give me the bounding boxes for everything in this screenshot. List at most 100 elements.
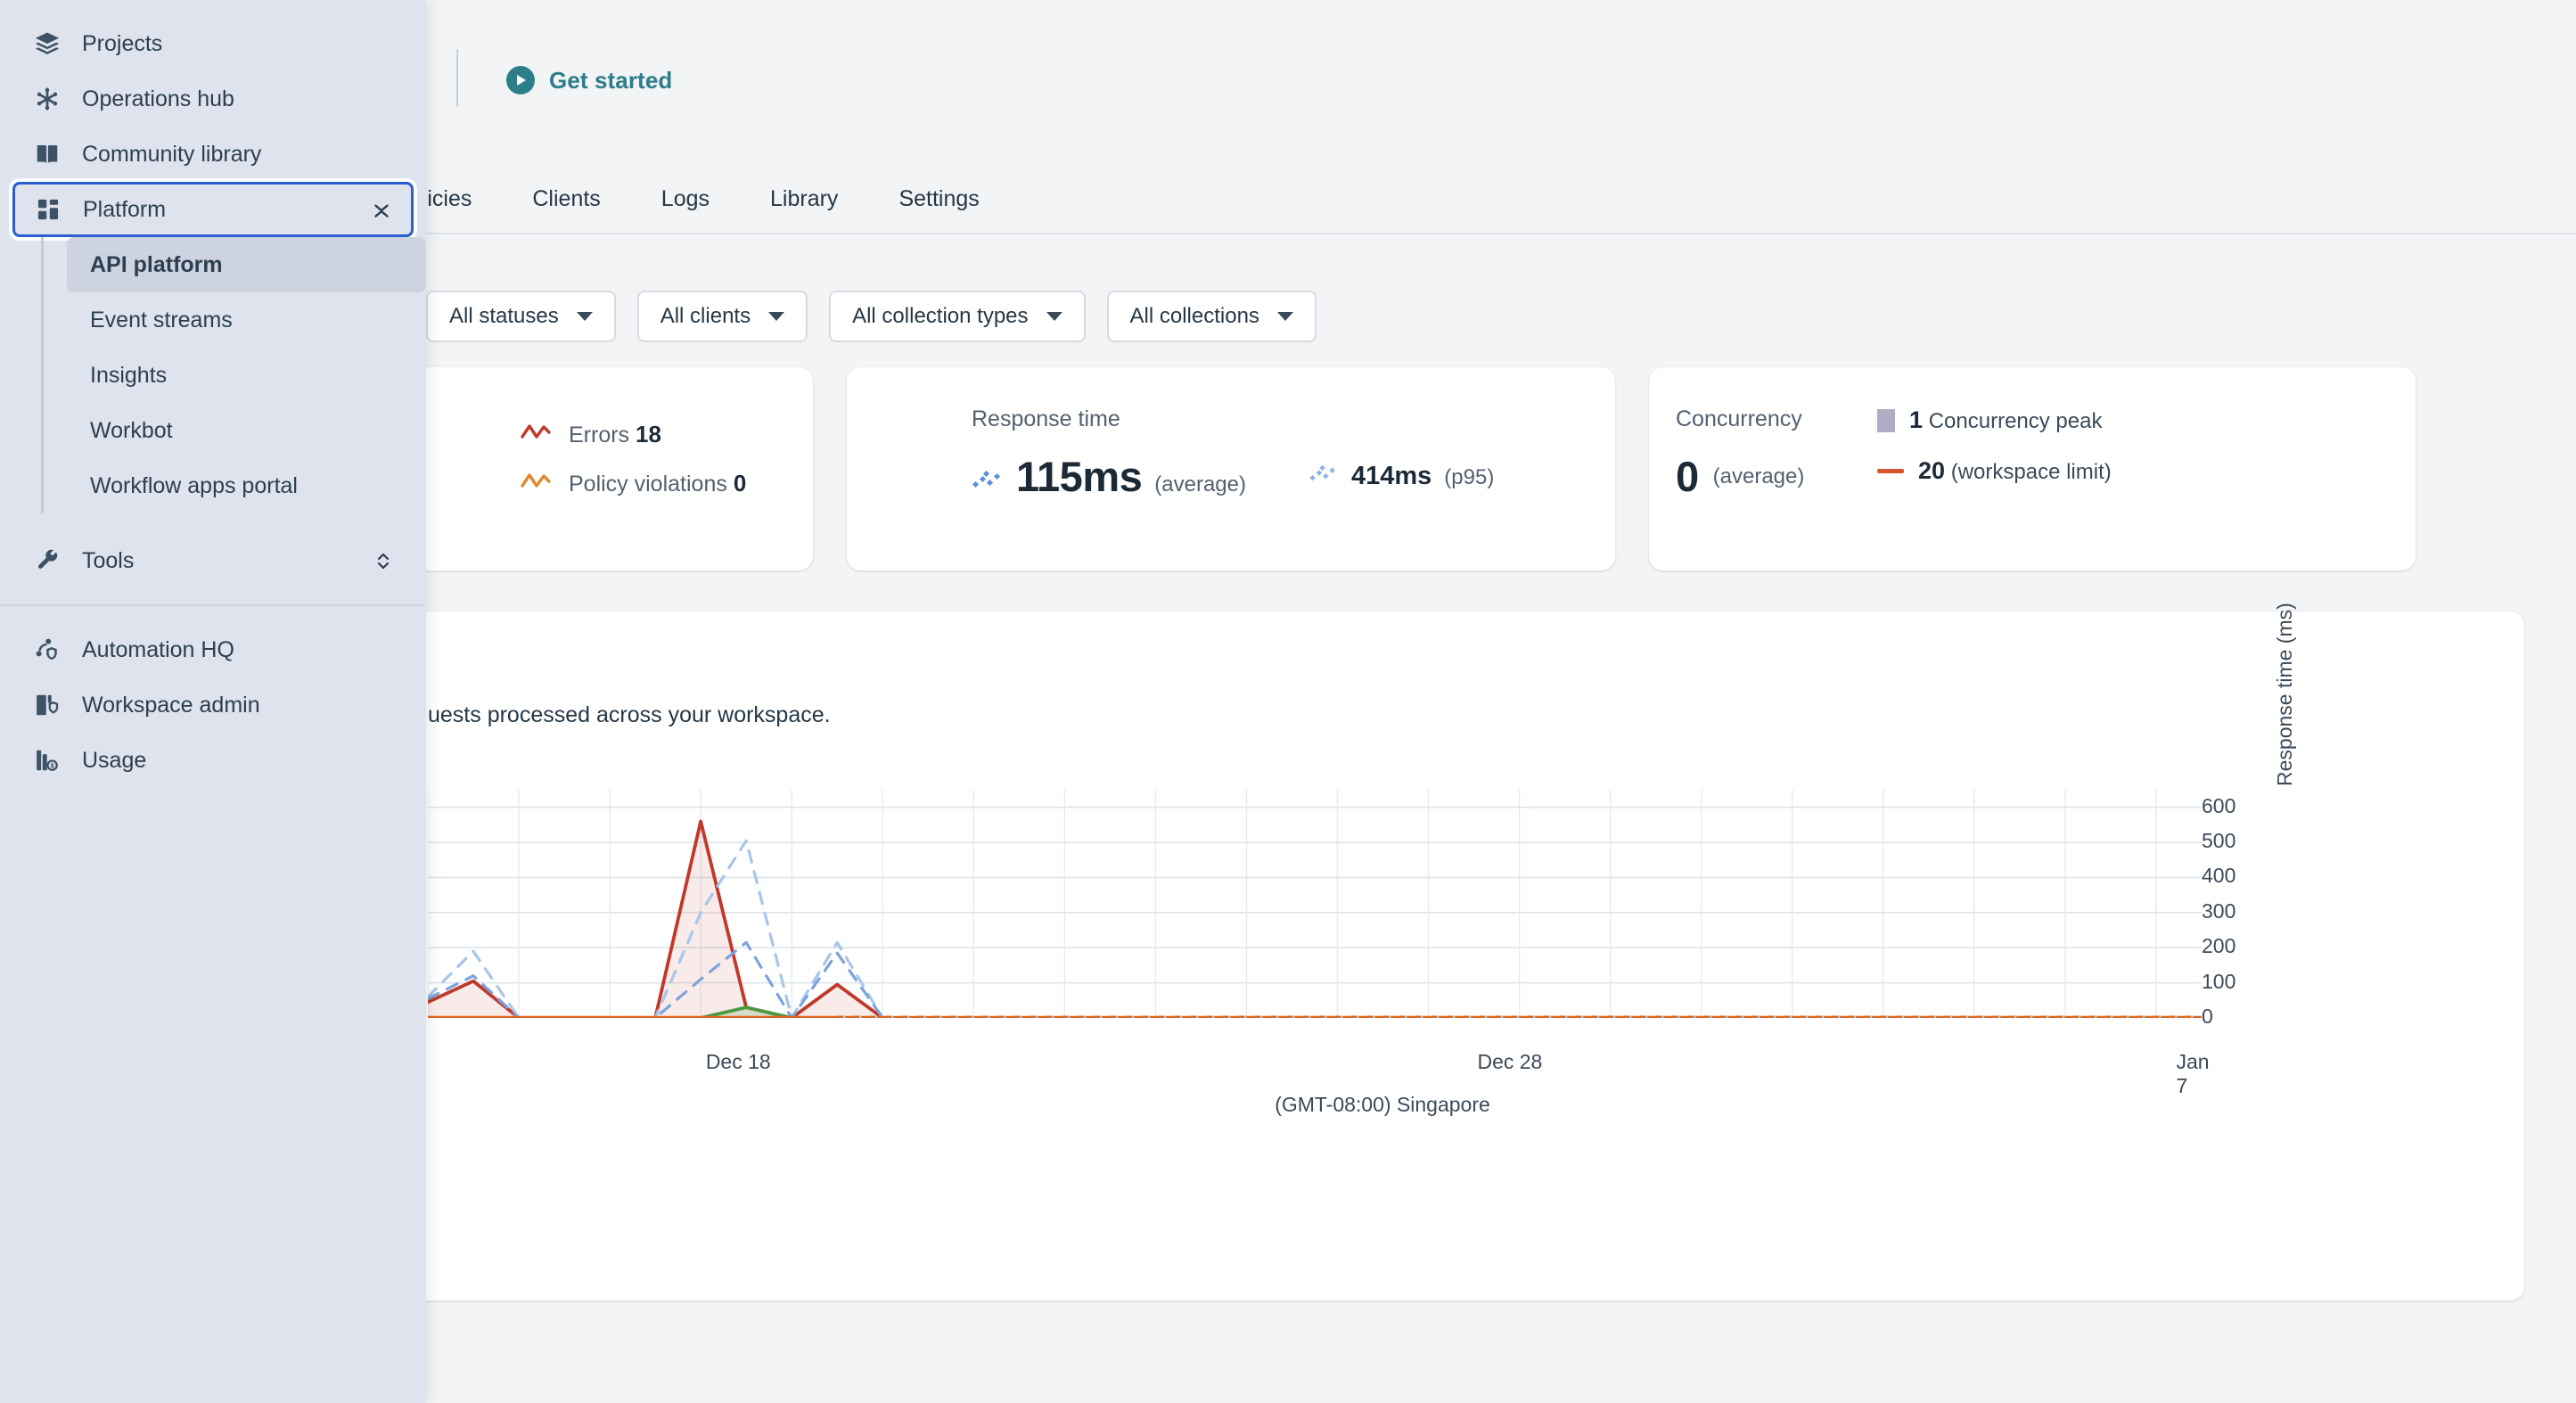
- chevron-expand-icon[interactable]: [373, 550, 394, 571]
- line-legend-icon: [1877, 469, 1904, 473]
- concurrency-card-grid: Concurrency 0 (average) 1 Concurrency pe…: [1676, 406, 2389, 508]
- sidebar-platform-subitems: API platform Event streams Insights Work…: [41, 237, 426, 513]
- concurrency-right-column: 1 Concurrency peak 20 (workspace limit): [1877, 406, 2389, 508]
- concurrency-card: Concurrency 0 (average) 1 Concurrency pe…: [1649, 367, 2416, 570]
- chart-y-tick: 200: [2202, 934, 2236, 958]
- sidebar-subitem-insights[interactable]: Insights: [67, 348, 426, 403]
- policy-violations-text: Policy violations 0: [569, 470, 746, 497]
- tab-settings[interactable]: Settings: [868, 186, 1009, 212]
- concurrency-peak-value: 1: [1909, 406, 1924, 433]
- scatter-dots-icon: [1309, 463, 1339, 488]
- filter-all-collection-types[interactable]: All collection types: [829, 291, 1086, 342]
- sidebar: Projects Operations hub Community librar…: [0, 0, 426, 1403]
- response-time-average-suffix: (average): [1154, 472, 1246, 496]
- chart-y-tick: 600: [2202, 793, 2236, 817]
- tab-underline-rule: [426, 233, 2576, 234]
- grid-icon: [33, 197, 63, 222]
- concurrency-peak-label: Concurrency peak: [1928, 409, 2103, 433]
- concurrency-peak-text: 1 Concurrency peak: [1909, 406, 2102, 434]
- sidebar-item-workspace-admin[interactable]: Workspace admin: [14, 677, 412, 733]
- filter-all-collections-label: All collections: [1129, 304, 1259, 328]
- concurrency-average-row: 0 (average): [1676, 452, 1877, 501]
- response-time-title: Response time: [972, 406, 1120, 431]
- filter-all-clients-label: All clients: [660, 304, 751, 328]
- chart-x-tick: Jan 7: [2176, 1050, 2210, 1097]
- topbar-divider: [456, 49, 458, 107]
- concurrency-average-value: 0: [1676, 453, 1699, 500]
- sidebar-subitem-workflow-apps-portal[interactable]: Workflow apps portal: [67, 458, 426, 513]
- tab-clients[interactable]: Clients: [502, 186, 630, 212]
- policy-violations-value: 0: [733, 470, 747, 496]
- sidebar-item-community-library[interactable]: Community library: [14, 127, 412, 182]
- chart-y-axis-labels: 0 100 200 300 400 500 600: [2202, 783, 2282, 1032]
- metric-cards: Errors 18 Policy violations 0 Response t…: [241, 367, 2416, 570]
- sidebar-subitem-workbot[interactable]: Workbot: [67, 403, 426, 458]
- sidebar-item-projects[interactable]: Projects: [14, 16, 412, 71]
- response-time-p95: 414ms (p95): [1309, 462, 1494, 491]
- sidebar-item-automation-hq-label: Automation HQ: [82, 636, 234, 662]
- chevron-collapse-icon[interactable]: [370, 198, 393, 221]
- sidebar-item-community-library-label: Community library: [82, 141, 262, 167]
- square-legend-icon: [1877, 408, 1895, 432]
- errors-metric-row: Errors 18: [521, 421, 746, 448]
- filter-all-statuses[interactable]: All statuses: [426, 291, 616, 342]
- filter-all-statuses-label: All statuses: [449, 304, 559, 328]
- response-time-average-value: 115ms: [1016, 453, 1143, 500]
- response-time-metrics: 115ms (average) 414ms (p95): [972, 452, 1494, 501]
- chart-y-axis-title: Response time (ms): [2273, 603, 2296, 786]
- sidebar-item-usage[interactable]: Usage: [14, 733, 412, 788]
- concurrency-title: Concurrency: [1676, 406, 1802, 431]
- chart-x-axis-labels: Dec 18 Dec 28 Jan 7: [428, 1050, 2210, 1097]
- response-time-chart[interactable]: [428, 790, 2202, 1018]
- errors-value: 18: [636, 421, 661, 447]
- filter-all-collections[interactable]: All collections: [1106, 291, 1317, 342]
- concurrency-peak-row: 1 Concurrency peak: [1877, 406, 2389, 434]
- response-time-p95-suffix: (p95): [1444, 465, 1495, 489]
- sidebar-item-automation-hq[interactable]: Automation HQ: [14, 622, 412, 677]
- policy-violations-metric-row: Policy violations 0: [521, 470, 746, 497]
- sidebar-item-projects-label: Projects: [82, 30, 163, 56]
- errors-trend-icon: [521, 423, 551, 447]
- chart-y-tick: 300: [2202, 898, 2236, 923]
- errors-card-list: Errors 18 Policy violations 0: [521, 421, 746, 519]
- play-circle-icon: [506, 66, 535, 94]
- concurrency-average-suffix: (average): [1712, 464, 1805, 488]
- automation-shield-icon: [32, 636, 62, 663]
- concurrency-left-column: Concurrency 0 (average): [1676, 406, 1877, 508]
- sidebar-item-tools-label: Tools: [82, 547, 135, 573]
- concurrency-limit-text: 20 (workspace limit): [1918, 457, 2112, 485]
- chevron-down-icon: [1276, 312, 1293, 321]
- chevron-down-icon: [576, 312, 593, 321]
- sidebar-item-workspace-admin-label: Workspace admin: [82, 692, 260, 718]
- errors-label: Errors: [569, 423, 630, 447]
- filter-bar: All statuses All clients All collection …: [426, 291, 1317, 342]
- sidebar-item-operations-hub-label: Operations hub: [82, 86, 234, 111]
- tab-logs[interactable]: Logs: [631, 186, 740, 212]
- sidebar-subitem-api-platform[interactable]: API platform: [67, 237, 426, 292]
- chart-x-tick: Dec 28: [1477, 1050, 1543, 1073]
- tab-library[interactable]: Library: [740, 186, 868, 212]
- filter-all-collection-types-label: All collection types: [852, 304, 1029, 328]
- sidebar-item-platform-label: Platform: [83, 196, 167, 222]
- chart-timezone-label: (GMT-08:00) Singapore: [1275, 1093, 1490, 1116]
- sidebar-subitem-event-streams[interactable]: Event streams: [67, 292, 426, 348]
- sidebar-item-usage-label: Usage: [82, 747, 147, 773]
- chart-y-tick: 100: [2202, 969, 2236, 993]
- chart-card: uests processed across your workspace. 0…: [241, 603, 2524, 1300]
- scatter-dots-icon: [972, 468, 1004, 496]
- errors-text: Errors 18: [569, 421, 661, 448]
- chart-y-tick: 500: [2202, 829, 2236, 853]
- sidebar-item-tools[interactable]: Tools: [14, 533, 412, 588]
- sidebar-divider: [0, 604, 426, 606]
- layers-icon: [32, 30, 62, 57]
- policy-violations-label: Policy violations: [569, 472, 727, 496]
- sidebar-item-platform[interactable]: Platform: [12, 182, 414, 237]
- concurrency-limit-value: 20: [1918, 457, 1946, 484]
- chart-y-tick: 400: [2202, 864, 2236, 888]
- book-icon: [32, 141, 62, 168]
- get-started-button[interactable]: Get started: [506, 66, 672, 94]
- concurrency-limit-row: 20 (workspace limit): [1877, 457, 2389, 485]
- filter-all-clients[interactable]: All clients: [636, 291, 808, 342]
- sidebar-item-operations-hub[interactable]: Operations hub: [14, 71, 412, 127]
- snowflake-icon: [32, 86, 62, 111]
